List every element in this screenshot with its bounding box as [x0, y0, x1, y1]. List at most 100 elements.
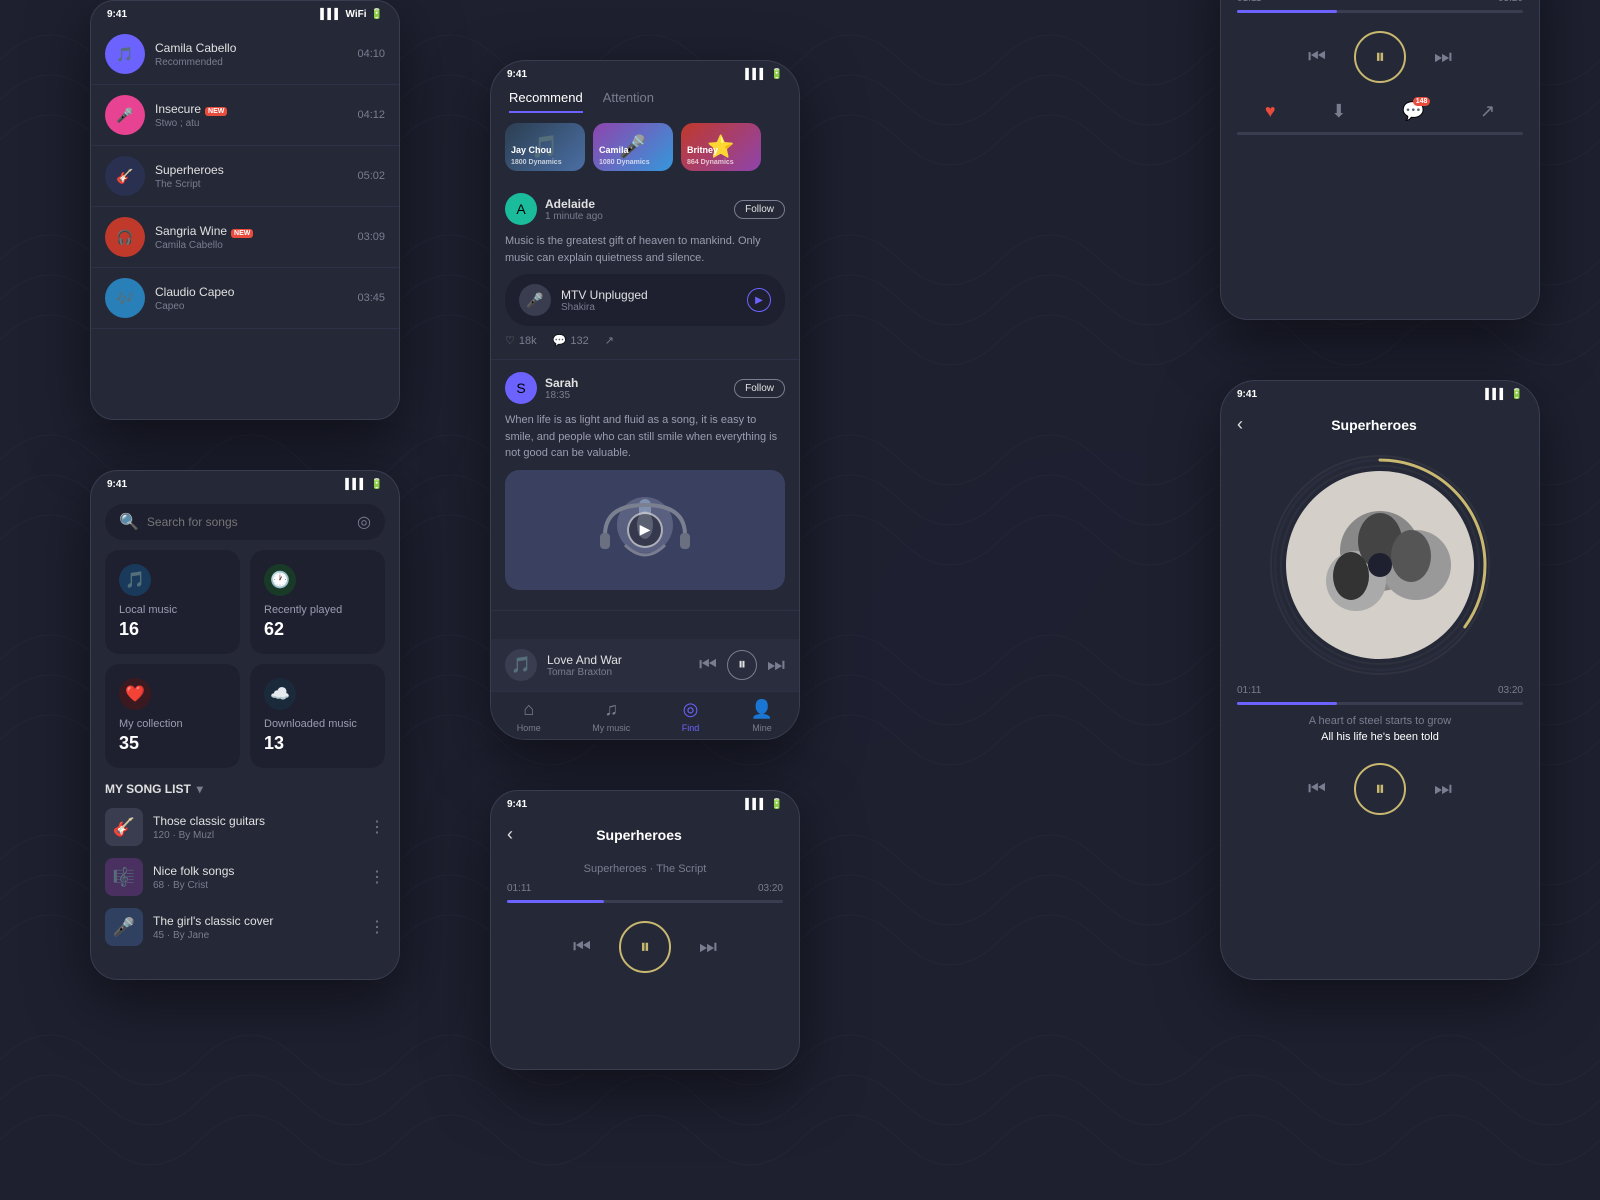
status-icons-1: ▌▌▌ WiFi 🔋: [320, 9, 383, 20]
song-title: InsecureNEW: [155, 102, 347, 116]
list-item[interactable]: 🎸 Those classic guitars 120 · By Muzl ⋮: [105, 808, 385, 846]
mini-prev-btn[interactable]: ⏮: [699, 654, 717, 677]
heart-icon: ♡: [505, 334, 515, 347]
play-pause-btn-4[interactable]: ⏸: [1354, 31, 1406, 83]
tab-recommend[interactable]: Recommend: [509, 90, 583, 113]
progress-bar-4[interactable]: [1221, 10, 1539, 13]
download-btn-4[interactable]: ⬇: [1331, 101, 1346, 122]
time-3: 9:41: [507, 69, 527, 80]
prev-btn-4[interactable]: ⏮: [1308, 46, 1326, 69]
prev-btn-6[interactable]: ⏮: [573, 936, 591, 959]
artist-chip-label: Britney864 Dynamics: [687, 145, 734, 167]
player-controls-4: ⏮ ⏸ ⏭: [1221, 19, 1539, 95]
library-card[interactable]: 🎵 Local music 16: [105, 550, 240, 654]
nav-icon: 👤: [751, 699, 773, 720]
post-header-sarah: S Sarah 18:35 Follow: [505, 372, 785, 404]
play-btn-adelaide[interactable]: ▶: [747, 288, 771, 312]
song-list-item[interactable]: 🎶 Claudio Capeo Capeo 03:45: [91, 268, 399, 329]
play-pause-btn-5[interactable]: ⏸: [1354, 763, 1406, 815]
mini-player-title: Love And War: [547, 653, 689, 667]
follow-btn-sarah[interactable]: Follow: [734, 379, 785, 398]
track-name-adelaide: MTV Unplugged: [561, 288, 648, 302]
share-icon: ↗: [605, 334, 614, 347]
library-card[interactable]: ❤️ My collection 35: [105, 664, 240, 768]
mini-next-btn[interactable]: ⏭: [767, 654, 785, 677]
nav-item-mine[interactable]: 👤 Mine: [751, 699, 773, 733]
like-btn-4[interactable]: ♥: [1265, 101, 1276, 122]
library-card[interactable]: ☁️ Downloaded music 13: [250, 664, 385, 768]
card-count: 13: [264, 733, 371, 754]
status-bar-1: 9:41 ▌▌▌ WiFi 🔋: [91, 1, 399, 24]
phone-now-playing-partial: A heart of steel starts to grow When you…: [1220, 0, 1540, 320]
artist-chip[interactable]: 🎤 Camila1080 Dynamics: [593, 123, 673, 171]
artist-chip[interactable]: 🎵 Jay Chou1800 Dynamics: [505, 123, 585, 171]
card-count: 62: [264, 619, 371, 640]
search-bar[interactable]: 🔍 ◎: [105, 504, 385, 540]
progress-bar-5[interactable]: [1221, 702, 1539, 705]
prev-btn-5[interactable]: ⏮: [1308, 778, 1326, 801]
playlist-info: Nice folk songs 68 · By Crist: [153, 864, 359, 891]
playlist-thumb: 🎼: [105, 858, 143, 896]
progress-times-6: 01:11 03:20: [491, 883, 799, 894]
list-item[interactable]: 🎼 Nice folk songs 68 · By Crist ⋮: [105, 858, 385, 896]
song-duration: 04:10: [357, 48, 385, 60]
artist-chip[interactable]: ⭐ Britney864 Dynamics: [681, 123, 761, 171]
player-actions-4: ♥ ⬇ 💬 148 ↗: [1221, 95, 1539, 128]
next-btn-5[interactable]: ⏭: [1434, 778, 1452, 801]
playlist-info: Those classic guitars 120 · By Muzl: [153, 814, 359, 841]
list-item[interactable]: 🎤 The girl's classic cover 45 · By Jane …: [105, 908, 385, 946]
share-action[interactable]: ↗: [605, 334, 614, 347]
artist-chip-label: Jay Chou1800 Dynamics: [511, 145, 562, 167]
nav-item-home[interactable]: ⌂ Home: [517, 699, 541, 733]
post-image-sarah: ▶: [505, 470, 785, 590]
artist-chip-label: Camila1080 Dynamics: [599, 145, 650, 167]
next-btn-6[interactable]: ⏭: [699, 936, 717, 959]
progress-end-5: 03:20: [1498, 685, 1523, 696]
song-sub: Recommended: [155, 57, 347, 68]
song-list-item[interactable]: 🎸 Superheroes The Script 05:02: [91, 146, 399, 207]
player-title-6: Superheroes: [513, 827, 765, 843]
more-options-icon[interactable]: ⋮: [369, 817, 385, 837]
song-list-item[interactable]: 🎤 InsecureNEW Stwo ; atu 04:12: [91, 85, 399, 146]
nav-icon: ◎: [683, 699, 699, 720]
follow-btn-adelaide[interactable]: Follow: [734, 200, 785, 219]
mini-play-btn[interactable]: ⏸: [727, 650, 757, 680]
battery-icon-5: 🔋: [1511, 389, 1523, 400]
signal-icon-1: ▌▌▌: [320, 9, 341, 20]
playlist-name: Nice folk songs: [153, 864, 359, 878]
video-play-btn[interactable]: ▶: [627, 512, 663, 548]
battery-icon-3: 🔋: [771, 69, 783, 80]
song-info: Camila Cabello Recommended: [155, 41, 347, 68]
search-input[interactable]: [147, 515, 349, 529]
mini-player-artist: Tomar Braxton: [547, 667, 689, 678]
comment-btn-4[interactable]: 💬 148: [1402, 101, 1424, 122]
status-bar-5: 9:41 ▌▌▌ 🔋: [1221, 381, 1539, 404]
playlist-meta: 68 · By Crist: [153, 880, 359, 891]
nav-item-my-music[interactable]: ♫ My music: [592, 699, 630, 733]
card-icon: 🕐: [264, 564, 296, 596]
library-card[interactable]: 🕐 Recently played 62: [250, 550, 385, 654]
progress-bar-6[interactable]: [491, 900, 799, 903]
song-sub: Stwo ; atu: [155, 118, 347, 129]
bottom-nav: ⌂ Home ♫ My music ◎ Find 👤 Mine: [491, 691, 799, 739]
phone-song-list: 9:41 ▌▌▌ WiFi 🔋 🎵 Camila Cabello Recomme…: [90, 0, 400, 420]
nav-icon: ⌂: [523, 699, 534, 720]
tab-attention[interactable]: Attention: [603, 90, 654, 113]
song-list-item[interactable]: 🎧 Sangria WineNEW Camila Cabello 03:09: [91, 207, 399, 268]
status-icons-3: ▌▌▌ 🔋: [745, 69, 783, 80]
phone-superheroes-bottom: 9:41 ▌▌▌ 🔋 ‹ Superheroes Superheroes · T…: [490, 790, 800, 1070]
scan-icon: ◎: [357, 512, 371, 532]
player-controls-5: ⏮ ⏸ ⏭: [1221, 751, 1539, 827]
vinyl-wrapper-5: [1270, 455, 1490, 675]
more-options-icon[interactable]: ⋮: [369, 917, 385, 937]
time-5: 9:41: [1237, 389, 1257, 400]
share-btn-4[interactable]: ↗: [1480, 101, 1495, 122]
song-list-item[interactable]: 🎵 Camila Cabello Recommended 04:10: [91, 24, 399, 85]
nav-item-find[interactable]: ◎ Find: [682, 699, 700, 733]
song-duration: 04:12: [357, 109, 385, 121]
progress-start-5: 01:11: [1237, 685, 1261, 696]
play-pause-btn-6[interactable]: ⏸: [619, 921, 671, 973]
next-btn-4[interactable]: ⏭: [1434, 46, 1452, 69]
post-name-adelaide: Adelaide: [545, 197, 603, 211]
more-options-icon[interactable]: ⋮: [369, 867, 385, 887]
